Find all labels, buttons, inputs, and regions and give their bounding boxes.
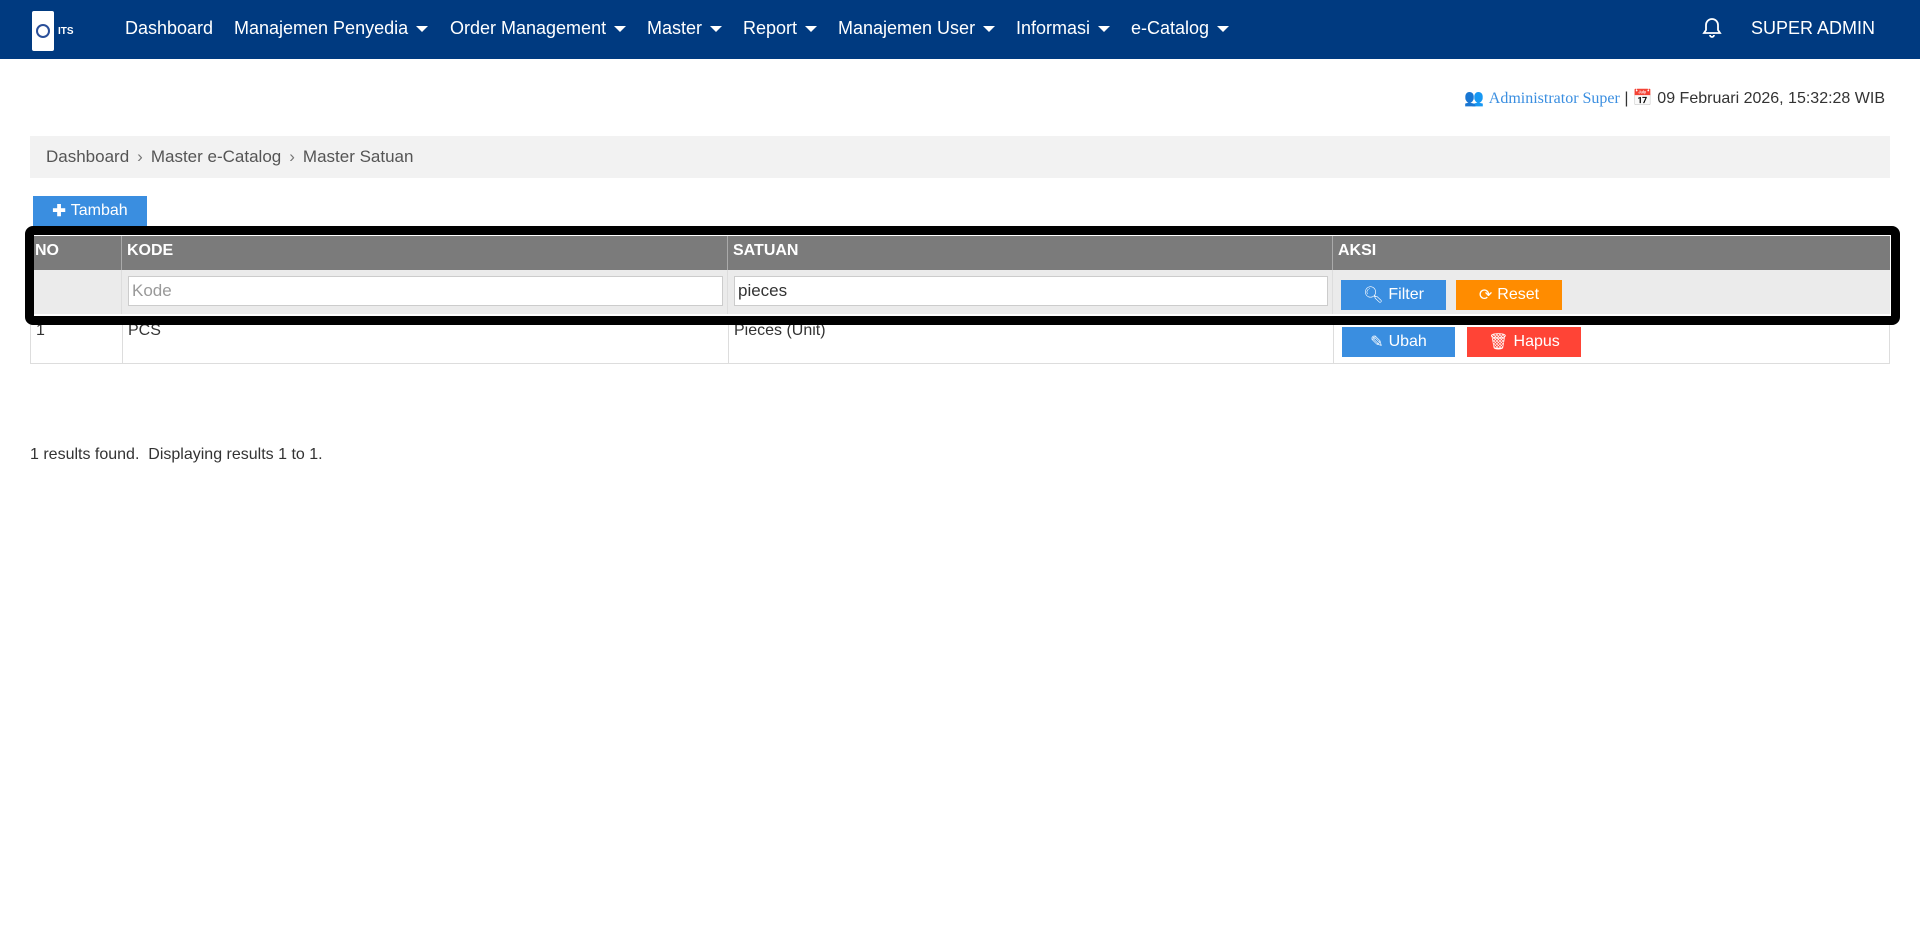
user-menu[interactable]: SUPER ADMIN bbox=[1751, 18, 1875, 39]
results-summary: 1 results found. Displaying results 1 to… bbox=[30, 446, 323, 463]
breadcrumb-master-e-catalog[interactable]: Master e-Catalog bbox=[151, 147, 281, 166]
bell-icon[interactable] bbox=[1702, 17, 1722, 44]
its-logo[interactable]: ITS bbox=[32, 10, 98, 52]
users-icon: 👥 bbox=[1464, 90, 1485, 107]
nav-manajemen-penyedia[interactable]: Manajemen Penyedia bbox=[234, 18, 429, 39]
breadcrumb-master-satuan: Master Satuan bbox=[302, 147, 414, 166]
trash-icon: 🗑︎ bbox=[1488, 334, 1509, 351]
caret-down-icon bbox=[614, 26, 627, 33]
nav-manajemen-user[interactable]: Manajemen User bbox=[838, 18, 996, 39]
caret-down-icon bbox=[416, 26, 429, 33]
user-info: 👥 Administrator Super | 📅 09 Februari 20… bbox=[1464, 90, 1885, 107]
calendar-icon: 📅 bbox=[1632, 90, 1653, 107]
caret-down-icon bbox=[805, 26, 818, 33]
nav-e-catalog[interactable]: e-Catalog bbox=[1131, 18, 1230, 39]
caret-down-icon bbox=[710, 26, 723, 33]
user-name-link[interactable]: Administrator Super bbox=[1489, 90, 1620, 107]
nav-dashboard[interactable]: Dashboard bbox=[125, 18, 213, 39]
edit-icon: ✎ bbox=[1370, 334, 1384, 351]
tambah-button[interactable]: ✚ Tambah bbox=[33, 196, 147, 226]
breadcrumb: Dashboard › Master e-Catalog › Master Satuan bbox=[30, 136, 1890, 178]
caret-down-icon bbox=[1217, 26, 1230, 33]
nav-informasi[interactable]: Informasi bbox=[1016, 18, 1111, 39]
hapus-button[interactable]: 🗑︎ Hapus bbox=[1467, 327, 1581, 357]
chevron-right-icon: › bbox=[289, 147, 295, 166]
plus-icon: ✚ bbox=[52, 203, 66, 220]
ubah-button[interactable]: ✎ Ubah bbox=[1342, 327, 1455, 357]
nav-report[interactable]: Report bbox=[743, 18, 818, 39]
top-navbar: ITS Dashboard Manajemen Penyedia Order M… bbox=[0, 0, 1920, 59]
caret-down-icon bbox=[983, 26, 996, 33]
chevron-right-icon: › bbox=[137, 147, 143, 166]
breadcrumb-dashboard[interactable]: Dashboard bbox=[46, 147, 129, 166]
caret-down-icon bbox=[1098, 26, 1111, 33]
highlight-box bbox=[25, 226, 1900, 325]
datetime: 09 Februari 2026, 15:32:28 WIB bbox=[1657, 90, 1885, 107]
nav-order-management[interactable]: Order Management bbox=[450, 18, 627, 39]
nav-master[interactable]: Master bbox=[647, 18, 723, 39]
